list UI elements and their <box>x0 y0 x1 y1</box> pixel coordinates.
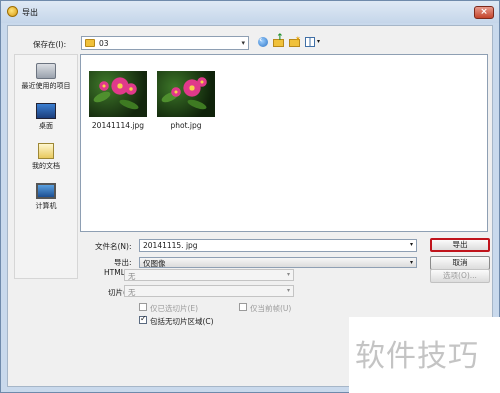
only-selected-slices-checkbox[interactable] <box>139 303 147 311</box>
file-name: 20141114.jpg <box>91 121 145 130</box>
lookin-value: 03 <box>99 39 109 48</box>
close-button[interactable]: × <box>474 6 494 19</box>
export-type-value: 仅图像 <box>143 259 166 268</box>
include-areas-checkbox[interactable] <box>139 314 147 324</box>
lookin-dropdown[interactable]: 03 ▾ <box>81 36 249 50</box>
file-thumbnail <box>157 71 215 117</box>
slices-value: 无 <box>128 288 136 297</box>
file-name: phot.jpg <box>170 121 202 130</box>
export-type-dropdown[interactable]: 仅图像 ▾ <box>139 257 417 268</box>
watermark: 软件技巧 <box>349 317 500 393</box>
chevron-down-icon: ▾ <box>286 287 290 294</box>
only-current-frame-checkbox[interactable] <box>239 303 247 311</box>
documents-icon <box>38 143 54 159</box>
filename-value: 20141115. jpg <box>143 241 198 250</box>
desktop-icon <box>36 103 56 119</box>
new-folder-button[interactable]: ✶ <box>288 35 302 49</box>
view-icon <box>305 37 315 47</box>
chevron-down-icon: ▾ <box>409 259 413 266</box>
recent-items-icon <box>36 63 56 79</box>
html-dropdown[interactable]: 无 ▾ <box>124 269 294 281</box>
title-bar[interactable]: 导出 × <box>1 1 499 23</box>
only-selected-slices-label: 仅已选切片(E) <box>150 304 199 313</box>
place-computer[interactable]: 计算机 <box>15 183 77 211</box>
back-button[interactable]: ‹ <box>256 35 270 49</box>
chevron-down-icon: ▾ <box>409 241 413 248</box>
window-title: 导出 <box>22 8 38 17</box>
filename-label: 文件名(N): <box>95 242 132 251</box>
lookin-label: 保存在(I): <box>33 40 67 49</box>
app-icon <box>7 6 18 17</box>
include-areas-label: 包括无切片区域(C) <box>150 317 214 326</box>
file-list[interactable]: 20141114.jpg phot.jpg <box>80 54 488 232</box>
place-label: 计算机 <box>35 202 57 210</box>
place-label: 桌面 <box>39 122 53 130</box>
up-folder-button[interactable]: ↑ <box>272 33 286 49</box>
slices-dropdown[interactable]: 无 ▾ <box>124 285 294 297</box>
export-label: 导出: <box>114 258 132 267</box>
chevron-down-icon: ▾ <box>317 38 321 45</box>
cancel-button[interactable]: 取消 <box>430 256 490 270</box>
options-button[interactable]: 选项(O)... <box>430 269 490 283</box>
only-current-frame-label: 仅当前帧(U) <box>250 304 292 313</box>
place-recent-items[interactable]: 最近使用的项目 <box>15 63 77 91</box>
watermark-text: 软件技巧 <box>355 339 479 374</box>
chevron-down-icon: ▾ <box>286 271 290 278</box>
place-label: 最近使用的项目 <box>21 82 71 90</box>
export-button[interactable]: 导出 <box>430 238 490 252</box>
place-documents[interactable]: 我的文档 <box>15 143 77 171</box>
place-label: 我的文档 <box>32 162 60 170</box>
file-thumbnail <box>89 71 147 117</box>
folder-icon <box>85 39 95 47</box>
chevron-down-icon: ▾ <box>241 39 245 47</box>
view-menu-button[interactable]: ▾ <box>304 35 324 49</box>
computer-icon <box>36 183 56 199</box>
place-desktop[interactable]: 桌面 <box>15 103 77 131</box>
html-value: 无 <box>128 272 136 281</box>
filename-field[interactable]: 20141115. jpg ▾ <box>139 239 417 252</box>
places-bar: 最近使用的项目 桌面 我的文档 计算机 <box>14 54 78 279</box>
